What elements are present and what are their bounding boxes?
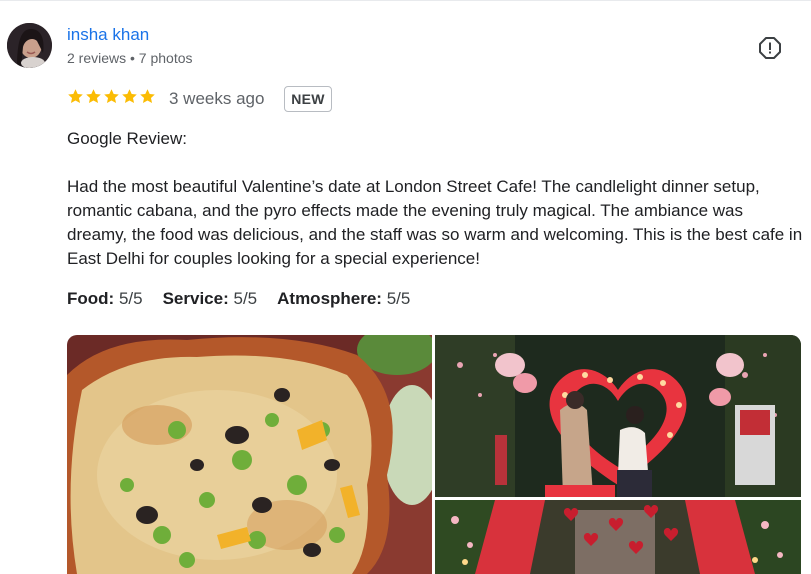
star-icon bbox=[104, 89, 119, 104]
review-photo-proposal[interactable] bbox=[435, 335, 801, 497]
rating-atmosphere: Atmosphere: 5/5 bbox=[277, 289, 411, 308]
review-photo-pizza[interactable] bbox=[67, 335, 432, 574]
star-icon bbox=[122, 89, 137, 104]
star-icon bbox=[68, 89, 83, 104]
star-rating bbox=[67, 88, 156, 105]
review-time: 3 weeks ago bbox=[169, 89, 265, 108]
new-badge: NEW bbox=[284, 86, 332, 112]
review-text: Google Review: Had the most beautiful Va… bbox=[67, 129, 803, 268]
star-icon bbox=[86, 89, 101, 104]
reviewer-meta: 2 reviews • 7 photos bbox=[67, 50, 193, 66]
top-divider bbox=[0, 0, 811, 1]
avatar[interactable] bbox=[7, 23, 52, 68]
rating-food: Food: 5/5 bbox=[67, 289, 143, 308]
report-flag-icon[interactable] bbox=[758, 36, 782, 60]
rating-service: Service: 5/5 bbox=[162, 289, 258, 308]
reviewer-name[interactable]: insha khan bbox=[67, 25, 149, 45]
category-ratings: Food: 5/5 Service: 5/5 Atmosphere: 5/5 bbox=[67, 289, 430, 309]
review-photo-hearts[interactable] bbox=[435, 500, 801, 574]
star-icon bbox=[140, 89, 155, 104]
